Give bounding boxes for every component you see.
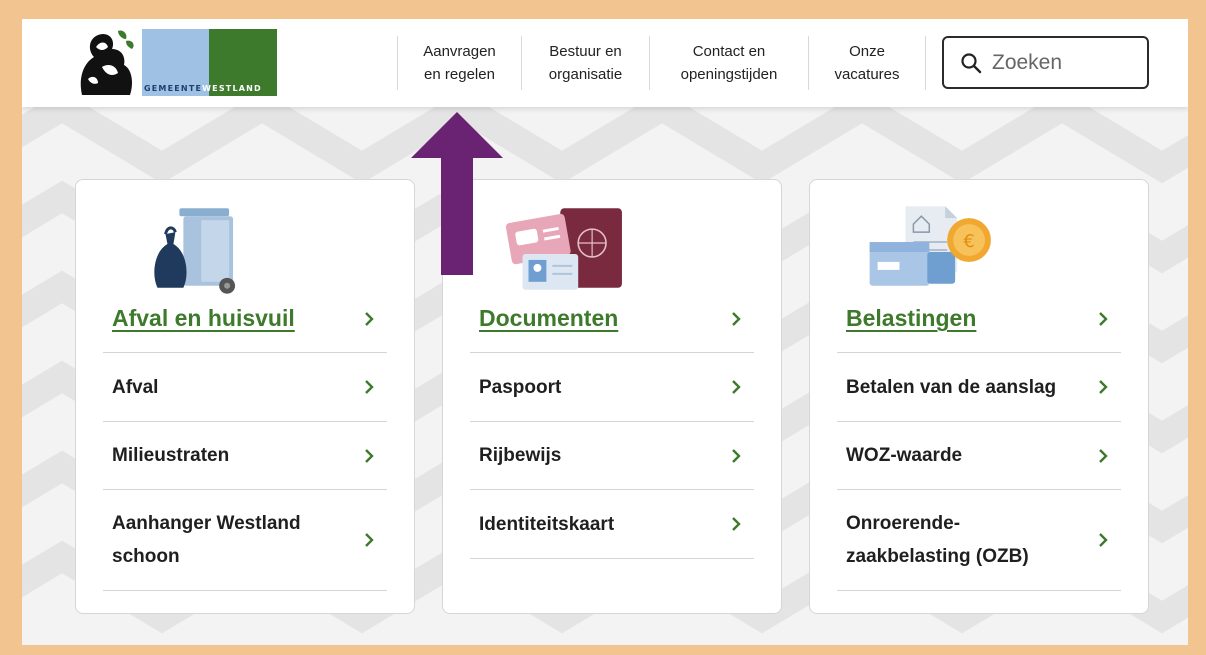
chevron-right-icon — [1099, 533, 1108, 547]
card-link-list: Documenten Paspoort Rijbewijs Identiteit… — [470, 285, 754, 559]
chevron-right-icon — [365, 380, 374, 394]
westland-figure-emblem — [74, 27, 142, 96]
chevron-right-icon — [732, 448, 741, 463]
chevron-right-icon — [732, 517, 741, 531]
card-link-item[interactable]: Betalen van de aanslag — [837, 353, 1121, 422]
chevron-right-icon — [732, 311, 741, 326]
card-title: Documenten — [479, 305, 619, 331]
card-afval: Afval en huisvuil Afval Milieustraten Aa… — [75, 179, 415, 614]
card-link-item[interactable]: Identiteitskaart — [470, 490, 754, 559]
nav-label: Aanvragen en regelen — [423, 43, 496, 83]
card-title-link[interactable]: Afval en huisvuil — [103, 285, 387, 353]
link-label: WOZ-waarde — [846, 445, 963, 466]
card-link-item[interactable]: Milieustraten — [103, 422, 387, 490]
card-title-link[interactable]: Belastingen — [837, 285, 1121, 353]
search-box[interactable] — [942, 36, 1149, 89]
card-link-list: Belastingen Betalen van de aanslag WOZ-w… — [837, 285, 1121, 591]
card-link-item[interactable]: WOZ-waarde — [837, 422, 1121, 490]
link-label: Paspoort — [479, 376, 562, 398]
chevron-right-icon — [732, 380, 741, 394]
up-arrow-annotation-icon — [411, 112, 503, 275]
chevron-right-icon — [1099, 448, 1108, 463]
link-label: Betalen van de aanslag — [846, 376, 1057, 398]
card-belastingen: € Belastingen Betalen van de aanslag WOZ… — [809, 179, 1149, 614]
card-link-list: Afval en huisvuil Afval Milieustraten Aa… — [103, 285, 387, 591]
card-link-item[interactable]: Afval — [103, 353, 387, 422]
link-label: Rijbewijs — [479, 445, 562, 466]
card-link-item[interactable]: Aanhanger Westland schoon — [103, 490, 387, 591]
nav-bestuur-en-organisatie[interactable]: Bestuur en organisatie — [521, 36, 649, 90]
card-link-item[interactable]: Paspoort — [470, 353, 754, 422]
card-title: Afval en huisvuil — [112, 305, 295, 331]
link-label: Milieustraten — [112, 445, 230, 466]
site-header: GEMEENTEWESTLAND Aanvragen en regelen Be… — [22, 19, 1188, 107]
link-label: Aanhanger Westland schoon — [112, 513, 301, 567]
taxes-icon: € — [869, 206, 991, 286]
logo-wordmark: GEMEENTEWESTLAND — [144, 84, 262, 93]
svg-text:€: € — [963, 231, 974, 252]
card-title: Belastingen — [846, 305, 977, 331]
nav-onze-vacatures[interactable]: Onze vacatures — [808, 36, 926, 90]
nav-aanvragen-en-regelen[interactable]: Aanvragen en regelen — [397, 36, 521, 90]
waste-bin-icon — [154, 208, 236, 294]
card-link-item[interactable]: Rijbewijs — [470, 422, 754, 490]
nav-label: Onze vacatures — [834, 43, 900, 83]
search-icon — [961, 52, 982, 73]
card-title-link[interactable]: Documenten — [470, 285, 754, 353]
link-label: Onroerende-zaakbelasting (OZB) — [846, 513, 1029, 567]
card-link-item[interactable]: Onroerende-zaakbelasting (OZB) — [837, 490, 1121, 591]
chevron-right-icon — [365, 448, 374, 463]
chevron-right-icon — [1099, 311, 1108, 326]
nav-label: Bestuur en organisatie — [548, 43, 623, 83]
link-label: Afval — [112, 376, 159, 398]
page-frame: GEMEENTEWESTLAND Aanvragen en regelen Be… — [22, 19, 1188, 645]
chevron-right-icon — [365, 533, 374, 547]
chevron-right-icon — [1099, 380, 1108, 394]
link-label: Identiteitskaart — [479, 513, 615, 535]
chevron-right-icon — [365, 311, 374, 326]
search-input[interactable] — [992, 50, 1132, 75]
nav-label: Contact en openingstijden — [680, 43, 778, 83]
nav-contact-en-openingstijden[interactable]: Contact en openingstijden — [649, 36, 808, 90]
gemeente-westland-logo[interactable]: GEMEENTEWESTLAND — [74, 27, 277, 96]
